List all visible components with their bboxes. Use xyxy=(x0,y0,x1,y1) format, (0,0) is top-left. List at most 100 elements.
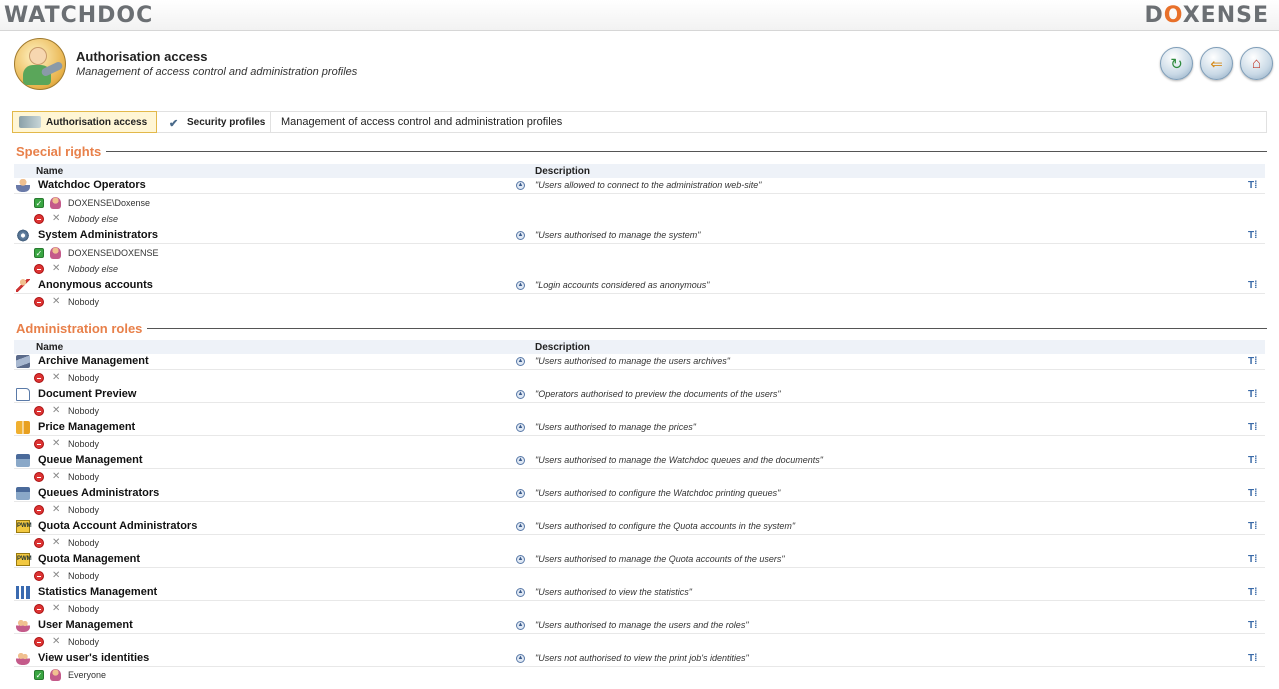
row-description: "Users authorised to manage the users an… xyxy=(535,620,749,630)
deny-icon xyxy=(34,604,44,614)
row-name: Watchdoc Operators xyxy=(38,179,146,191)
expand-icon[interactable]: ▲ xyxy=(516,390,525,399)
expand-icon[interactable]: ▲ xyxy=(516,181,525,190)
expand-icon[interactable]: ▲ xyxy=(516,489,525,498)
deny-icon xyxy=(34,571,44,581)
col-description: Description xyxy=(535,342,591,353)
allowed-user: DOXENSE\Doxense xyxy=(68,198,151,208)
user-icon xyxy=(50,669,61,681)
edit-icon[interactable]: T⁞ xyxy=(1248,554,1260,566)
operator-icon xyxy=(16,179,30,192)
top-bar: WATCHDOC DOXENSE xyxy=(0,0,1279,31)
row-description: "Users authorised to manage the Watchdoc… xyxy=(535,455,823,465)
edit-icon[interactable]: T⁞ xyxy=(1248,587,1260,599)
table-row[interactable]: Queue Management ▲ "Users authorised to … xyxy=(14,453,1265,469)
deny-icon xyxy=(34,538,44,548)
deny-icon xyxy=(34,297,44,307)
tab-bar: Authorisation access ✔ Security profiles… xyxy=(12,111,1267,133)
cross-icon: ✕ xyxy=(52,636,61,647)
row-description: "Users authorised to configure the Watch… xyxy=(535,488,781,498)
admin-roles-divider xyxy=(16,328,1267,329)
edit-icon[interactable]: T⁞ xyxy=(1248,389,1260,401)
row-description: "Users authorised to view the statistics… xyxy=(535,587,692,597)
document-icon xyxy=(16,388,30,401)
row-name: Quota Account Administrators xyxy=(38,520,198,532)
edit-icon[interactable]: T⁞ xyxy=(1248,280,1260,292)
expand-icon[interactable]: ▲ xyxy=(516,522,525,531)
row-name: Quota Management xyxy=(38,553,141,565)
refresh-button[interactable]: ↻ xyxy=(1160,47,1193,80)
edit-icon[interactable]: T⁞ xyxy=(1248,180,1260,192)
row-description: "Users authorised to configure the Quota… xyxy=(535,521,796,531)
row-name: Statistics Management xyxy=(38,586,158,598)
cross-icon: ✕ xyxy=(52,213,61,224)
table-row[interactable]: Statistics Management ▲ "Users authorise… xyxy=(14,585,1265,601)
gear-icon xyxy=(16,229,30,242)
expand-icon[interactable]: ▲ xyxy=(516,654,525,663)
doxense-logo-xense: XENSE xyxy=(1182,3,1269,28)
denied-user: Nobody xyxy=(68,472,100,482)
table-row[interactable]: Document Preview ▲ "Operators authorised… xyxy=(14,387,1265,403)
deny-icon xyxy=(34,406,44,416)
tab-authorisation-label: Authorisation access xyxy=(46,116,148,128)
edit-icon[interactable]: T⁞ xyxy=(1248,356,1260,368)
row-name: Queues Administrators xyxy=(38,487,160,499)
authorisation-tab-icon xyxy=(19,116,41,128)
expand-icon[interactable]: ▲ xyxy=(516,555,525,564)
expand-icon[interactable]: ▲ xyxy=(516,231,525,240)
back-button[interactable]: ⇐ xyxy=(1200,47,1233,80)
row-description: "Users authorised to manage the prices" xyxy=(535,422,696,432)
page-subtitle: Management of access control and adminis… xyxy=(76,66,358,78)
edit-icon[interactable]: T⁞ xyxy=(1248,488,1260,500)
cross-icon: ✕ xyxy=(52,471,61,482)
denied-user: Nobody else xyxy=(68,264,119,274)
tab-description: Management of access control and adminis… xyxy=(281,116,563,128)
edit-icon[interactable]: T⁞ xyxy=(1248,455,1260,467)
expand-icon[interactable]: ▲ xyxy=(516,357,525,366)
admin-roles-title: Administration roles xyxy=(16,321,148,336)
edit-icon[interactable]: T⁞ xyxy=(1248,653,1260,665)
doxense-logo-d: D xyxy=(1144,3,1164,28)
deny-icon xyxy=(34,505,44,515)
tab-authorisation-access[interactable]: Authorisation access xyxy=(12,111,157,133)
edit-icon[interactable]: T⁞ xyxy=(1248,230,1260,242)
expand-icon[interactable]: ▲ xyxy=(516,423,525,432)
expand-icon[interactable]: ▲ xyxy=(516,588,525,597)
table-row[interactable]: System Administrators ▲ "Users authorise… xyxy=(14,228,1265,244)
expand-icon[interactable]: ▲ xyxy=(516,456,525,465)
table-row[interactable]: View user's identities ▲ "Users not auth… xyxy=(14,651,1265,667)
pwm-icon: PWM xyxy=(16,553,32,566)
allowed-user: Everyone xyxy=(68,670,107,680)
icon-face xyxy=(29,47,47,65)
tab-security-profiles[interactable]: ✔ Security profiles xyxy=(161,111,271,133)
edit-icon[interactable]: T⁞ xyxy=(1248,620,1260,632)
edit-icon[interactable]: T⁞ xyxy=(1248,521,1260,533)
doxense-logo: DOXENSE xyxy=(1145,3,1269,28)
doxense-logo-o: O xyxy=(1163,3,1183,28)
cross-icon: ✕ xyxy=(52,504,61,515)
anonymous-icon xyxy=(16,279,30,292)
table-row[interactable]: Anonymous accounts ▲ "Login accounts con… xyxy=(14,278,1265,294)
user-icon xyxy=(50,247,61,259)
printer-icon xyxy=(16,454,30,467)
denied-user: Nobody else xyxy=(68,214,119,224)
expand-icon[interactable]: ▲ xyxy=(516,621,525,630)
table-row[interactable]: Price Management ▲ "Users authorised to … xyxy=(14,420,1265,436)
table-row[interactable]: Queues Administrators ▲ "Users authorise… xyxy=(14,486,1265,502)
denied-user: Nobody xyxy=(68,373,100,383)
col-name: Name xyxy=(36,342,64,353)
printer-icon xyxy=(16,487,30,500)
table-row[interactable]: PWM Quota Account Administrators ▲ "User… xyxy=(14,519,1265,535)
table-row[interactable]: Archive Management ▲ "Users authorised t… xyxy=(14,354,1265,370)
table-row[interactable]: PWM Quota Management ▲ "Users authorised… xyxy=(14,552,1265,568)
row-description: "Users authorised to manage the system" xyxy=(535,230,701,240)
admin-roles-header: Name Description xyxy=(14,340,1265,354)
row-description: "Login accounts considered as anonymous" xyxy=(535,280,710,290)
expand-icon[interactable]: ▲ xyxy=(516,281,525,290)
pwm-icon: PWM xyxy=(16,520,32,533)
edit-icon[interactable]: T⁞ xyxy=(1248,422,1260,434)
table-row[interactable]: Watchdoc Operators ▲ "Users allowed to c… xyxy=(14,178,1265,194)
home-button[interactable]: ⌂ xyxy=(1240,47,1273,80)
table-row[interactable]: User Management ▲ "Users authorised to m… xyxy=(14,618,1265,634)
denied-user: Nobody xyxy=(68,571,100,581)
